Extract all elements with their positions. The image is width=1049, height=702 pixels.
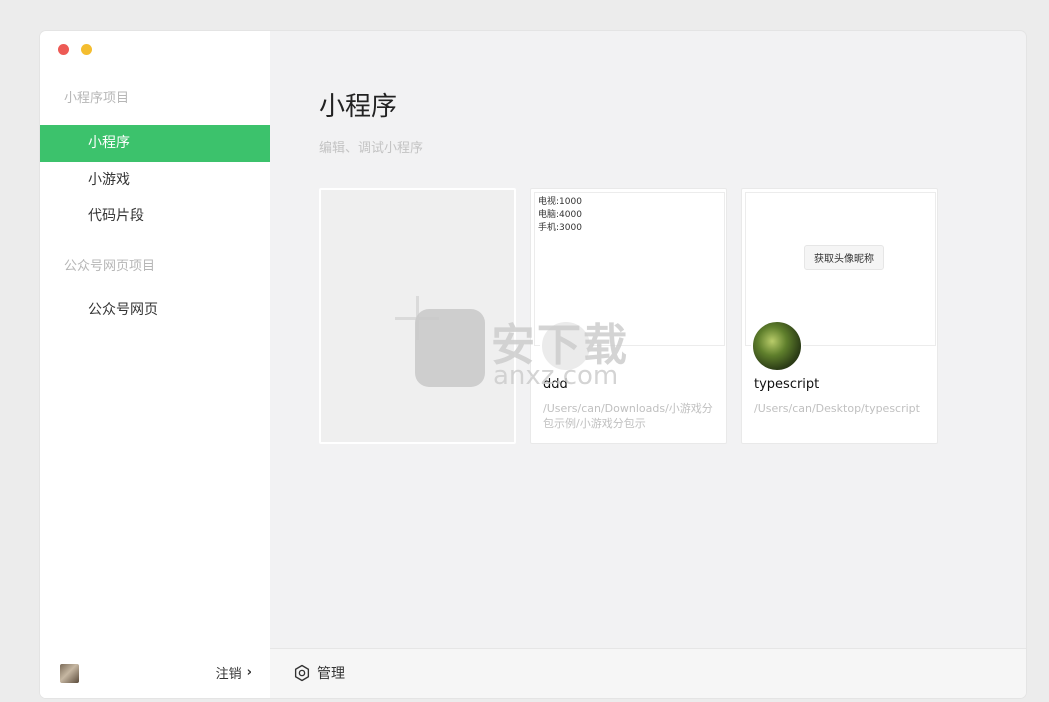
thumbnail-line: 手机:3000 (538, 223, 582, 233)
group-title-official-account: 公众号网页项目 (64, 259, 156, 274)
thumbnail-button: 获取头像昵称 (804, 245, 884, 270)
group-title-miniprogram: 小程序项目 (64, 91, 130, 106)
settings-icon (294, 664, 310, 682)
chevron-right-icon: › (246, 665, 252, 680)
thumbnail-text: 电视:1000 电脑:4000 手机:3000 (538, 196, 582, 235)
logout-label: 注销 (215, 667, 242, 682)
watermark-subtext: anxz.com (493, 361, 619, 391)
window-controls (58, 44, 92, 55)
main-footer: 管理 (270, 648, 1026, 698)
project-path: /Users/can/Desktop/typescript (754, 402, 920, 415)
sidebar-item-minigame[interactable]: 小游戏 (40, 162, 270, 199)
sidebar: 小程序项目 小程序 小游戏 代码片段 公众号网页项目 公众号网页 注销 › (40, 31, 270, 698)
shield-icon (415, 309, 485, 387)
close-window-button[interactable] (58, 44, 69, 55)
page-subtitle: 编辑、调试小程序 (319, 141, 424, 156)
watermark: 安下载 anxz.com (415, 307, 635, 393)
minimize-window-button[interactable] (81, 44, 92, 55)
logout-button[interactable]: 注销 › (216, 663, 252, 682)
thumbnail-line: 电视:1000 (538, 197, 582, 207)
manage-label: 管理 (317, 666, 345, 682)
project-name: typescript (754, 377, 820, 392)
sidebar-footer: 注销 › (40, 648, 270, 698)
thumbnail-line: 电脑:4000 (538, 210, 582, 220)
project-avatar (751, 320, 803, 372)
manage-button[interactable]: 管理 (293, 663, 345, 683)
page-title: 小程序 (319, 92, 398, 122)
sidebar-item-miniprogram[interactable]: 小程序 (40, 125, 270, 162)
project-path: /Users/can/Downloads/小游戏分包示例/小游戏分包示 (543, 402, 713, 430)
sidebar-item-code-snippet[interactable]: 代码片段 (40, 198, 270, 235)
avatar[interactable] (60, 664, 79, 683)
sidebar-item-official-webpage[interactable]: 公众号网页 (40, 292, 270, 329)
main-panel: 小程序 编辑、调试小程序 电视:1000 电脑:4000 手机:3000 ddd… (270, 31, 1026, 698)
project-card[interactable]: 获取头像昵称 typescript /Users/can/Desktop/typ… (741, 188, 938, 444)
